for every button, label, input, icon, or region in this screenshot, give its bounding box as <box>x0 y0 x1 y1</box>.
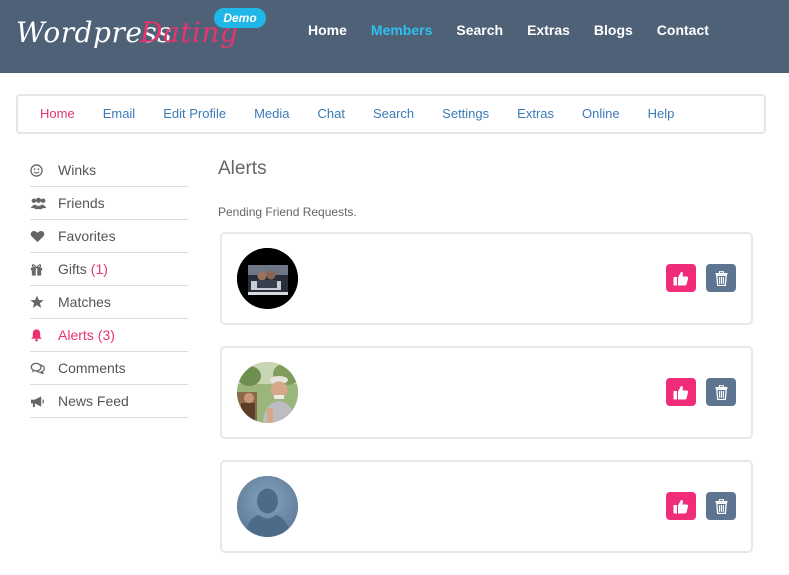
smile-icon <box>30 163 58 177</box>
bell-icon <box>30 328 58 342</box>
comments-icon <box>30 362 58 375</box>
sidebar-item-friends[interactable]: Friends <box>30 187 188 220</box>
friend-request-card <box>220 460 753 553</box>
accept-request-button[interactable] <box>666 492 696 520</box>
topnav-home[interactable]: Home <box>296 20 359 40</box>
subnav-home[interactable]: Home <box>26 104 89 124</box>
star-icon <box>30 295 58 309</box>
placeholder-avatar[interactable] <box>237 476 298 537</box>
thumbs-up-icon <box>673 499 689 513</box>
trash-icon <box>715 498 727 514</box>
sidebar-item-alerts[interactable]: Alerts (3) <box>30 319 188 352</box>
sidebar-item-comments[interactable]: Comments <box>30 352 188 385</box>
subnav-settings[interactable]: Settings <box>428 104 503 124</box>
photo-avatar[interactable] <box>237 362 298 423</box>
topnav-extras[interactable]: Extras <box>515 20 582 40</box>
thumbs-up-icon <box>673 271 689 285</box>
subnav-extras[interactable]: Extras <box>503 104 568 124</box>
sidebar-label-alerts: Alerts <box>58 327 94 343</box>
alerts-count-badge: (3) <box>97 327 115 343</box>
sidebar-label-comments: Comments <box>58 360 126 376</box>
topnav-blogs[interactable]: Blogs <box>582 20 645 40</box>
sidebar-item-matches[interactable]: Matches <box>30 286 188 319</box>
trash-icon <box>715 270 727 286</box>
subnav-online[interactable]: Online <box>568 104 634 124</box>
trash-icon <box>715 384 727 400</box>
section-subtitle: Pending Friend Requests. <box>218 205 357 219</box>
topnav-contact[interactable]: Contact <box>645 20 721 40</box>
delete-request-button[interactable] <box>706 492 736 520</box>
topnav-members[interactable]: Members <box>359 20 444 40</box>
subnav-help[interactable]: Help <box>634 104 689 124</box>
site-logo[interactable]: Wordpress Dating Demo <box>16 8 266 58</box>
delete-request-button[interactable] <box>706 264 736 292</box>
sidebar-label-gifts: Gifts <box>58 261 87 277</box>
member-subnav: Home Email Edit Profile Media Chat Searc… <box>16 94 766 134</box>
accept-request-button[interactable] <box>666 378 696 406</box>
topnav-search[interactable]: Search <box>444 20 515 40</box>
gifts-count-badge: (1) <box>90 261 108 277</box>
subnav-media[interactable]: Media <box>240 104 303 124</box>
sidebar-item-winks[interactable]: Winks <box>30 154 188 187</box>
users-icon <box>30 197 58 210</box>
sidebar-label-favorites: Favorites <box>58 228 116 244</box>
accept-request-button[interactable] <box>666 264 696 292</box>
sidebar-label-friends: Friends <box>58 195 105 211</box>
photo-avatar[interactable] <box>237 248 298 309</box>
page-title: Alerts <box>218 158 267 179</box>
demo-badge: Demo <box>214 8 266 28</box>
sidebar-item-news-feed[interactable]: News Feed <box>30 385 188 418</box>
subnav-search[interactable]: Search <box>359 104 428 124</box>
friend-request-card <box>220 346 753 439</box>
top-navigation: Home Members Search Extras Blogs Contact <box>296 20 721 40</box>
subnav-chat[interactable]: Chat <box>304 104 359 124</box>
site-header: Wordpress Dating Demo Home Members Searc… <box>0 0 789 73</box>
gift-icon <box>30 263 58 276</box>
thumbs-up-icon <box>673 385 689 399</box>
megaphone-icon <box>30 395 58 408</box>
friend-request-card <box>220 232 753 325</box>
sidebar-menu: Winks Friends Favorites Gifts (1) Matches… <box>30 154 188 418</box>
delete-request-button[interactable] <box>706 378 736 406</box>
heart-icon <box>30 230 58 243</box>
sidebar-label-news-feed: News Feed <box>58 393 129 409</box>
subnav-email[interactable]: Email <box>89 104 150 124</box>
sidebar-item-favorites[interactable]: Favorites <box>30 220 188 253</box>
sidebar-label-matches: Matches <box>58 294 111 310</box>
subnav-edit-profile[interactable]: Edit Profile <box>149 104 240 124</box>
sidebar-item-gifts[interactable]: Gifts (1) <box>30 253 188 286</box>
sidebar-label-winks: Winks <box>58 162 97 178</box>
